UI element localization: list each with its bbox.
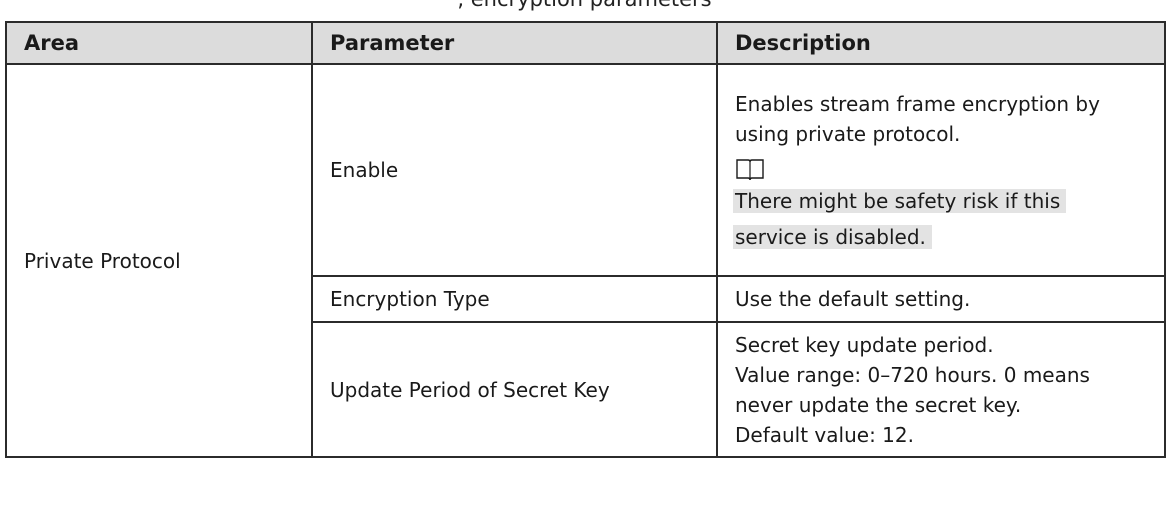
parameter-table: Area Parameter Description Private Proto…	[5, 21, 1166, 458]
table-row: Private Protocol Enable Enables stream f…	[5, 63, 1166, 458]
note-text: There might be safety risk if this	[733, 189, 1067, 213]
table-caption: , encryption parameters	[0, 0, 1169, 12]
parameter-cell: Update Period of Secret Key	[311, 321, 718, 458]
note-line: There might be safety risk if this	[733, 183, 1164, 219]
table-header-row: Area Parameter Description	[5, 21, 1166, 65]
description-line: Value range: 0–720 hours. 0 means	[735, 362, 1090, 387]
description-cell: Use the default setting.	[716, 275, 1166, 323]
header-area: Area	[5, 21, 313, 65]
description-line: Default value: 12.	[735, 422, 914, 447]
description-line: never update the secret key.	[735, 392, 1022, 417]
note-text: service is disabled.	[733, 225, 932, 249]
description-line: using private protocol.	[735, 122, 961, 146]
description-line: Secret key update period.	[735, 332, 994, 357]
parameter-cell: Encryption Type	[311, 275, 718, 323]
description-cell: Enables stream frame encryption by using…	[716, 63, 1166, 277]
area-cell: Private Protocol	[5, 63, 313, 458]
header-description: Description	[716, 21, 1166, 65]
description-cell: Secret key update period. Value range: 0…	[716, 321, 1166, 458]
description-line: Use the default setting.	[735, 287, 971, 311]
note-line: service is disabled.	[733, 219, 1164, 255]
parameter-cell: Enable	[311, 63, 718, 277]
open-book-icon	[735, 157, 765, 181]
description-line: Enables stream frame encryption by	[735, 92, 1100, 116]
header-parameter: Parameter	[311, 21, 718, 65]
